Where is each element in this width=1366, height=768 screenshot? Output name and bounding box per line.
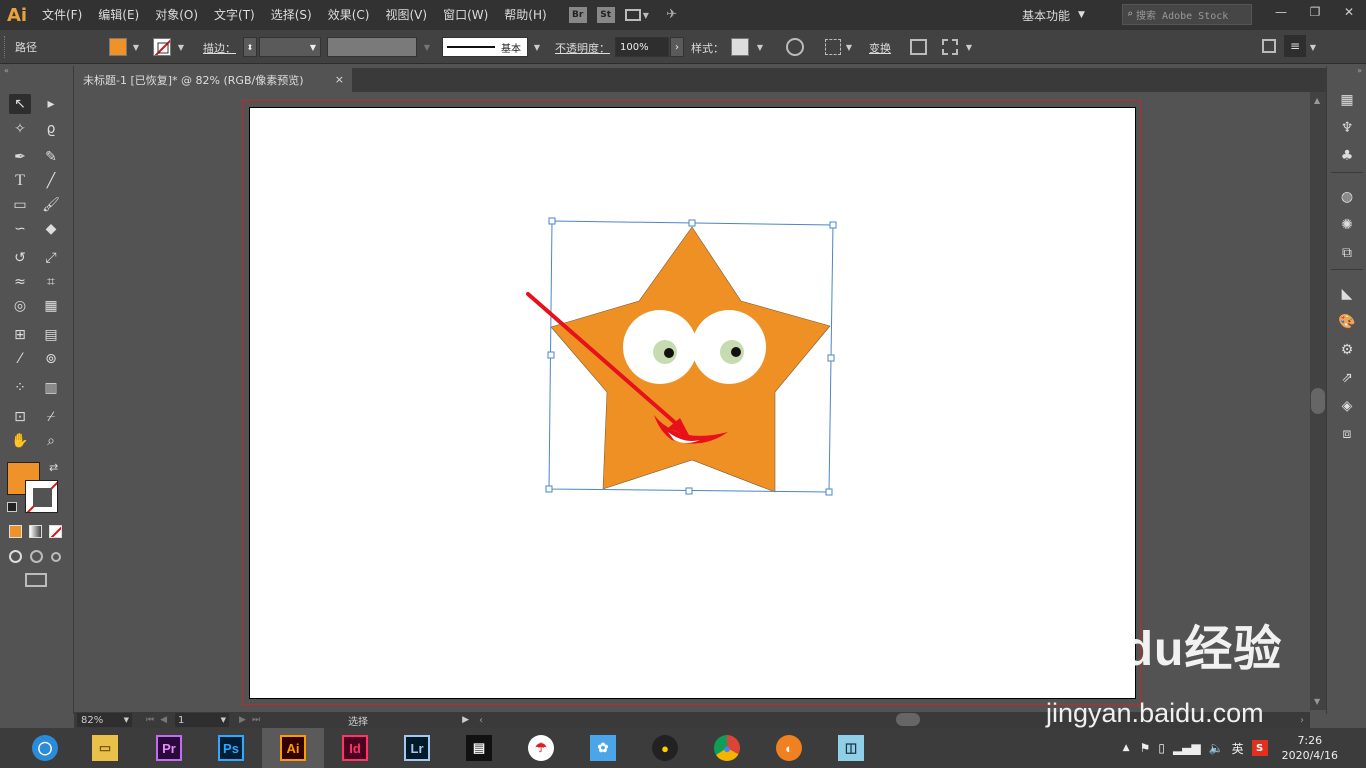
taskbar-app-qq[interactable]: ● bbox=[634, 728, 696, 768]
qq-icon: ● bbox=[652, 735, 678, 761]
taskbar-app-bird[interactable]: ✿ bbox=[572, 728, 634, 768]
resize-handle[interactable] bbox=[545, 485, 553, 493]
ime-indicator[interactable]: 英 bbox=[1232, 740, 1244, 757]
umbrella-icon: ☂ bbox=[528, 735, 554, 761]
libraries-icon[interactable]: ◍ bbox=[1337, 187, 1357, 207]
illustrator-window: Ai 文件(F) 编辑(E) 对象(O) 文字(T) 选择(S) 效果(C) 视图(V) 窗口… bbox=[0, 0, 1366, 768]
watermark-url: jingyan.baidu.com bbox=[1046, 698, 1264, 728]
brushes-icon[interactable]: ♆ bbox=[1337, 118, 1357, 138]
indesign-icon: Id bbox=[342, 735, 368, 761]
artboards-icon[interactable]: ⧉ bbox=[1337, 243, 1357, 263]
pathfinder-icon[interactable]: ⧈ bbox=[1337, 424, 1357, 444]
resize-handle[interactable] bbox=[548, 217, 556, 225]
panel-dock: » ▦ ♆ ♣ ◍ ✺ ⧉ ◣ 🎨 ⚙ ⇗ ◈ ⧈ bbox=[1326, 66, 1366, 714]
zoom-value: 82% bbox=[81, 714, 104, 726]
prev-page-icon[interactable]: ◀ bbox=[160, 715, 167, 725]
premiere-icon: Pr bbox=[156, 735, 182, 761]
taskbar-app-lightroom[interactable]: Lr bbox=[386, 728, 448, 768]
resize-handle[interactable] bbox=[688, 219, 696, 227]
scroll-left-icon[interactable]: ‹ bbox=[479, 715, 483, 726]
device-icon[interactable]: ▯ bbox=[1158, 741, 1165, 755]
baidu-watermark: Baidu经验 jingyan.baidu.com bbox=[1046, 622, 1282, 728]
appearance-icon[interactable]: ⚙ bbox=[1337, 340, 1357, 360]
expand-panels-icon[interactable]: » bbox=[1357, 66, 1362, 75]
clock-date: 2020/4/16 bbox=[1281, 749, 1338, 762]
resize-handle[interactable] bbox=[829, 221, 837, 229]
vertical-scroll-thumb[interactable] bbox=[1311, 388, 1325, 414]
status-menu-icon[interactable]: ▶ bbox=[462, 715, 469, 725]
chevron-down-icon: ▼ bbox=[220, 716, 227, 724]
video-icon: ▤ bbox=[466, 735, 492, 761]
right-pupil bbox=[731, 347, 741, 357]
explorer-icon: ▭ bbox=[92, 735, 118, 761]
taskbar-app-cloud[interactable]: ◐ bbox=[758, 728, 820, 768]
security-icon[interactable]: ⚑ bbox=[1140, 741, 1151, 755]
taskbar-app-premiere[interactable]: Pr bbox=[138, 728, 200, 768]
taskbar-app-chrome[interactable]: ● bbox=[696, 728, 758, 768]
left-pupil bbox=[664, 348, 674, 358]
artboard-number: 1 bbox=[178, 714, 185, 726]
panel-separator bbox=[1331, 172, 1363, 173]
chrome-icon: ● bbox=[714, 735, 740, 761]
color-guide-icon[interactable]: ✺ bbox=[1337, 215, 1357, 235]
resize-handle[interactable] bbox=[547, 351, 555, 359]
scroll-right-icon[interactable]: › bbox=[1300, 715, 1304, 726]
volume-icon[interactable]: 🔈 bbox=[1209, 741, 1224, 755]
taskbar-app-photoshop[interactable]: Ps bbox=[200, 728, 262, 768]
show-hidden-icons[interactable]: ▲ bbox=[1123, 743, 1130, 753]
watermark-brand: Baidu经验 bbox=[1046, 623, 1283, 676]
system-tray: ▲ ⚑ ▯ ▂▄▆ 🔈 英 S 7:26 2020/4/16 bbox=[1123, 728, 1366, 768]
panel-separator bbox=[1331, 269, 1363, 270]
properties-icon[interactable]: ▦ bbox=[1337, 90, 1357, 110]
scroll-up-icon[interactable]: ▲ bbox=[1314, 96, 1320, 105]
chevron-down-icon: ▼ bbox=[123, 716, 129, 724]
clock-time: 7:26 bbox=[1297, 734, 1323, 747]
gradient-panel-icon[interactable]: ◣ bbox=[1337, 284, 1357, 304]
taskbar-app-notes[interactable]: ◫ bbox=[820, 728, 882, 768]
current-tool-label: 选择 bbox=[348, 716, 369, 728]
color-panel-icon[interactable]: 🎨 bbox=[1337, 312, 1357, 332]
browser-icon: ◯ bbox=[32, 735, 58, 761]
symbols-icon[interactable]: ♣ bbox=[1337, 146, 1357, 166]
resize-handle[interactable] bbox=[825, 488, 833, 496]
network-icon[interactable]: ▂▄▆ bbox=[1173, 741, 1201, 755]
next-page-icon[interactable]: ▶ bbox=[239, 715, 246, 725]
first-page-icon[interactable]: ⏮ bbox=[146, 715, 154, 725]
taskbar-app-illustrator[interactable]: Ai bbox=[262, 728, 324, 768]
last-page-icon[interactable]: ⏭ bbox=[252, 715, 260, 725]
horizontal-scroll-thumb[interactable] bbox=[896, 713, 920, 726]
zoom-field[interactable]: 82% ▼ bbox=[77, 713, 132, 727]
scroll-down-icon[interactable]: ▼ bbox=[1314, 697, 1320, 706]
resize-handle[interactable] bbox=[685, 487, 693, 495]
vertical-scrollbar[interactable]: ▲ ▼ bbox=[1310, 92, 1326, 710]
lightroom-icon: Lr bbox=[404, 735, 430, 761]
bird-icon: ✿ bbox=[590, 735, 616, 761]
star-character[interactable] bbox=[550, 226, 831, 493]
resize-handle[interactable] bbox=[827, 354, 835, 362]
photoshop-icon: Ps bbox=[218, 735, 244, 761]
taskbar-app-indesign[interactable]: Id bbox=[324, 728, 386, 768]
clock[interactable]: 7:26 2020/4/16 bbox=[1282, 733, 1338, 763]
artboard-number-field[interactable]: 1 ▼ bbox=[175, 713, 230, 727]
illustrator-icon: Ai bbox=[280, 735, 306, 761]
cloud-icon: ◐ bbox=[776, 735, 802, 761]
taskbar-app-video[interactable]: ▤ bbox=[448, 728, 510, 768]
sogou-ime-icon[interactable]: S bbox=[1251, 740, 1268, 756]
windows-taskbar: ◯ ▭ Pr Ps Ai Id Lr ▤ ☂ ✿ ● ● ◐ ◫ ▲ ⚑ ▯ ▂▄▆ 🔈 英 S 7:26… bbox=[0, 728, 1366, 768]
taskbar-app-umbrella[interactable]: ☂ bbox=[510, 728, 572, 768]
notes-icon: ◫ bbox=[838, 735, 864, 761]
taskbar-app-browser[interactable]: ◯ bbox=[14, 728, 76, 768]
layers-icon[interactable]: ◈ bbox=[1337, 396, 1357, 416]
export-icon[interactable]: ⇗ bbox=[1337, 368, 1357, 388]
taskbar-app-explorer[interactable]: ▭ bbox=[74, 728, 136, 768]
